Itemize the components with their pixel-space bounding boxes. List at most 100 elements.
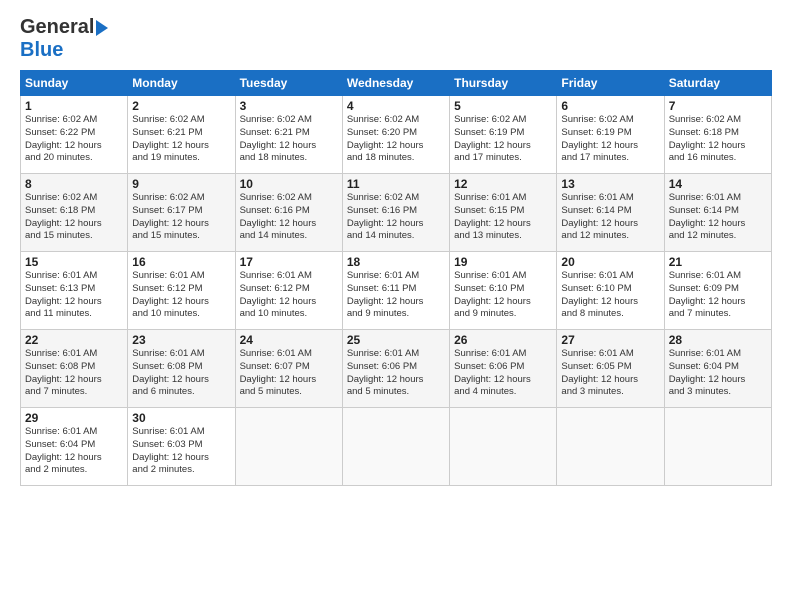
- calendar-cell: 10Sunrise: 6:02 AMSunset: 6:16 PMDayligh…: [235, 174, 342, 252]
- calendar-cell: 11Sunrise: 6:02 AMSunset: 6:16 PMDayligh…: [342, 174, 449, 252]
- logo-arrow-icon: [96, 20, 108, 36]
- day-info: Sunrise: 6:01 AMSunset: 6:10 PMDaylight:…: [454, 270, 552, 321]
- logo-general-text: General: [20, 16, 94, 39]
- day-info: Sunrise: 6:02 AMSunset: 6:16 PMDaylight:…: [347, 192, 445, 243]
- calendar-week-4: 22Sunrise: 6:01 AMSunset: 6:08 PMDayligh…: [21, 330, 772, 408]
- calendar-cell: 22Sunrise: 6:01 AMSunset: 6:08 PMDayligh…: [21, 330, 128, 408]
- day-number: 20: [561, 255, 659, 269]
- calendar-cell: 4Sunrise: 6:02 AMSunset: 6:20 PMDaylight…: [342, 96, 449, 174]
- day-info: Sunrise: 6:01 AMSunset: 6:12 PMDaylight:…: [240, 270, 338, 321]
- day-info: Sunrise: 6:02 AMSunset: 6:19 PMDaylight:…: [454, 114, 552, 165]
- calendar-cell: [450, 408, 557, 486]
- calendar-week-1: 1Sunrise: 6:02 AMSunset: 6:22 PMDaylight…: [21, 96, 772, 174]
- day-info: Sunrise: 6:01 AMSunset: 6:03 PMDaylight:…: [132, 426, 230, 477]
- calendar-cell: 18Sunrise: 6:01 AMSunset: 6:11 PMDayligh…: [342, 252, 449, 330]
- day-number: 21: [669, 255, 767, 269]
- day-info: Sunrise: 6:01 AMSunset: 6:04 PMDaylight:…: [669, 348, 767, 399]
- day-number: 3: [240, 99, 338, 113]
- calendar-cell: [235, 408, 342, 486]
- day-info: Sunrise: 6:01 AMSunset: 6:10 PMDaylight:…: [561, 270, 659, 321]
- header: General Blue: [20, 16, 772, 62]
- calendar-cell: 8Sunrise: 6:02 AMSunset: 6:18 PMDaylight…: [21, 174, 128, 252]
- calendar-cell: [664, 408, 771, 486]
- day-info: Sunrise: 6:01 AMSunset: 6:06 PMDaylight:…: [454, 348, 552, 399]
- day-number: 10: [240, 177, 338, 191]
- calendar-cell: 26Sunrise: 6:01 AMSunset: 6:06 PMDayligh…: [450, 330, 557, 408]
- day-number: 29: [25, 411, 123, 425]
- day-number: 16: [132, 255, 230, 269]
- calendar-cell: 14Sunrise: 6:01 AMSunset: 6:14 PMDayligh…: [664, 174, 771, 252]
- calendar-cell: [557, 408, 664, 486]
- day-info: Sunrise: 6:02 AMSunset: 6:21 PMDaylight:…: [240, 114, 338, 165]
- calendar-cell: 27Sunrise: 6:01 AMSunset: 6:05 PMDayligh…: [557, 330, 664, 408]
- day-number: 5: [454, 99, 552, 113]
- calendar-cell: [342, 408, 449, 486]
- day-number: 26: [454, 333, 552, 347]
- day-info: Sunrise: 6:02 AMSunset: 6:18 PMDaylight:…: [25, 192, 123, 243]
- day-number: 7: [669, 99, 767, 113]
- calendar-cell: 23Sunrise: 6:01 AMSunset: 6:08 PMDayligh…: [128, 330, 235, 408]
- day-info: Sunrise: 6:02 AMSunset: 6:20 PMDaylight:…: [347, 114, 445, 165]
- calendar-header-friday: Friday: [557, 71, 664, 96]
- logo-blue-row: Blue: [20, 39, 63, 62]
- calendar-cell: 16Sunrise: 6:01 AMSunset: 6:12 PMDayligh…: [128, 252, 235, 330]
- day-number: 9: [132, 177, 230, 191]
- day-info: Sunrise: 6:01 AMSunset: 6:15 PMDaylight:…: [454, 192, 552, 243]
- day-number: 24: [240, 333, 338, 347]
- day-number: 17: [240, 255, 338, 269]
- day-info: Sunrise: 6:02 AMSunset: 6:16 PMDaylight:…: [240, 192, 338, 243]
- day-info: Sunrise: 6:02 AMSunset: 6:18 PMDaylight:…: [669, 114, 767, 165]
- day-info: Sunrise: 6:01 AMSunset: 6:08 PMDaylight:…: [132, 348, 230, 399]
- day-number: 4: [347, 99, 445, 113]
- day-number: 8: [25, 177, 123, 191]
- day-number: 11: [347, 177, 445, 191]
- day-number: 23: [132, 333, 230, 347]
- logo: General Blue: [20, 16, 108, 62]
- day-info: Sunrise: 6:01 AMSunset: 6:09 PMDaylight:…: [669, 270, 767, 321]
- day-info: Sunrise: 6:02 AMSunset: 6:19 PMDaylight:…: [561, 114, 659, 165]
- day-info: Sunrise: 6:01 AMSunset: 6:07 PMDaylight:…: [240, 348, 338, 399]
- calendar-header-tuesday: Tuesday: [235, 71, 342, 96]
- calendar-header-row: SundayMondayTuesdayWednesdayThursdayFrid…: [21, 71, 772, 96]
- day-number: 13: [561, 177, 659, 191]
- day-number: 2: [132, 99, 230, 113]
- calendar-header-monday: Monday: [128, 71, 235, 96]
- calendar-cell: 6Sunrise: 6:02 AMSunset: 6:19 PMDaylight…: [557, 96, 664, 174]
- calendar-week-3: 15Sunrise: 6:01 AMSunset: 6:13 PMDayligh…: [21, 252, 772, 330]
- calendar-cell: 3Sunrise: 6:02 AMSunset: 6:21 PMDaylight…: [235, 96, 342, 174]
- day-info: Sunrise: 6:01 AMSunset: 6:06 PMDaylight:…: [347, 348, 445, 399]
- day-number: 1: [25, 99, 123, 113]
- calendar-cell: 7Sunrise: 6:02 AMSunset: 6:18 PMDaylight…: [664, 96, 771, 174]
- day-info: Sunrise: 6:02 AMSunset: 6:17 PMDaylight:…: [132, 192, 230, 243]
- day-number: 30: [132, 411, 230, 425]
- calendar-week-5: 29Sunrise: 6:01 AMSunset: 6:04 PMDayligh…: [21, 408, 772, 486]
- calendar-cell: 30Sunrise: 6:01 AMSunset: 6:03 PMDayligh…: [128, 408, 235, 486]
- calendar-header-thursday: Thursday: [450, 71, 557, 96]
- day-info: Sunrise: 6:01 AMSunset: 6:08 PMDaylight:…: [25, 348, 123, 399]
- day-number: 6: [561, 99, 659, 113]
- day-info: Sunrise: 6:01 AMSunset: 6:12 PMDaylight:…: [132, 270, 230, 321]
- day-info: Sunrise: 6:01 AMSunset: 6:13 PMDaylight:…: [25, 270, 123, 321]
- calendar-table: SundayMondayTuesdayWednesdayThursdayFrid…: [20, 70, 772, 486]
- day-info: Sunrise: 6:02 AMSunset: 6:21 PMDaylight:…: [132, 114, 230, 165]
- calendar-cell: 20Sunrise: 6:01 AMSunset: 6:10 PMDayligh…: [557, 252, 664, 330]
- day-info: Sunrise: 6:01 AMSunset: 6:14 PMDaylight:…: [669, 192, 767, 243]
- day-number: 27: [561, 333, 659, 347]
- calendar-header-wednesday: Wednesday: [342, 71, 449, 96]
- day-number: 25: [347, 333, 445, 347]
- calendar-cell: 13Sunrise: 6:01 AMSunset: 6:14 PMDayligh…: [557, 174, 664, 252]
- calendar-cell: 15Sunrise: 6:01 AMSunset: 6:13 PMDayligh…: [21, 252, 128, 330]
- day-number: 19: [454, 255, 552, 269]
- calendar-cell: 2Sunrise: 6:02 AMSunset: 6:21 PMDaylight…: [128, 96, 235, 174]
- calendar-cell: 12Sunrise: 6:01 AMSunset: 6:15 PMDayligh…: [450, 174, 557, 252]
- day-number: 22: [25, 333, 123, 347]
- calendar-cell: 28Sunrise: 6:01 AMSunset: 6:04 PMDayligh…: [664, 330, 771, 408]
- day-number: 14: [669, 177, 767, 191]
- page: General Blue SundayMondayTuesdayWednesda…: [0, 0, 792, 612]
- day-number: 18: [347, 255, 445, 269]
- day-info: Sunrise: 6:02 AMSunset: 6:22 PMDaylight:…: [25, 114, 123, 165]
- calendar-cell: 9Sunrise: 6:02 AMSunset: 6:17 PMDaylight…: [128, 174, 235, 252]
- calendar-cell: 19Sunrise: 6:01 AMSunset: 6:10 PMDayligh…: [450, 252, 557, 330]
- calendar-cell: 25Sunrise: 6:01 AMSunset: 6:06 PMDayligh…: [342, 330, 449, 408]
- day-number: 28: [669, 333, 767, 347]
